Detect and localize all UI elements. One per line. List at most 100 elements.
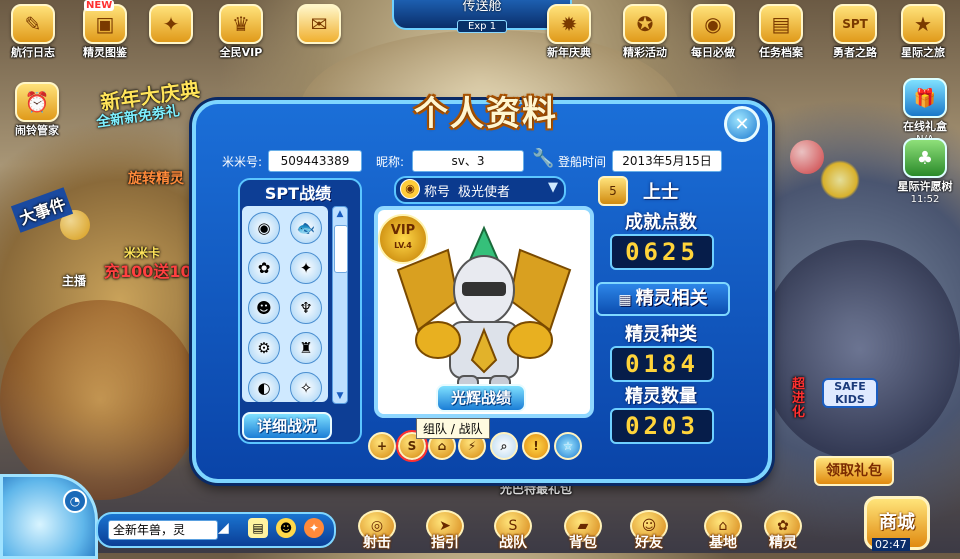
scene-machine-right <box>760 240 960 460</box>
pet-types-label: 精灵种类 <box>625 324 697 345</box>
alarm-icon: ⏰ <box>15 82 59 122</box>
wrench-icon[interactable]: 🔧 <box>532 148 554 169</box>
online-gift-button[interactable]: 🎁 在线礼盒 N/A <box>896 78 954 145</box>
pet-section-header: ▦ 精灵相关 <box>596 282 730 316</box>
online-gift-label: 在线礼盒 <box>903 120 947 133</box>
online-gift-icon: 🎁 <box>903 78 947 118</box>
alarm-manager-button[interactable]: ⏰ 闹铃管家 <box>8 82 66 142</box>
bottom-button-friends[interactable]: ☺ 好友 <box>622 510 676 551</box>
report-icon[interactable]: ! <box>522 432 550 460</box>
close-button[interactable]: ✕ <box>724 106 760 142</box>
rank-icon[interactable]: ☆ <box>554 432 582 460</box>
top-button-dragon-emblem[interactable]: ✦ <box>142 4 200 64</box>
top-button-label: 新年庆典 <box>547 46 591 59</box>
bottom-button-base[interactable]: ⌂ 基地 <box>696 510 750 551</box>
bottom-button-guide[interactable]: ➤ 指引 <box>418 510 472 551</box>
bottom-button-team-s[interactable]: S 战队 <box>486 510 540 551</box>
spt-boss-icon[interactable]: ⚙ <box>248 332 280 364</box>
glory-record-button[interactable]: 光辉战绩 <box>436 384 526 412</box>
spt-boss-icon[interactable]: ◐ <box>248 372 280 402</box>
super-evolve-tag[interactable]: 超进化 <box>792 378 806 420</box>
radar-minimap[interactable]: ◔ <box>0 474 98 559</box>
spt-boss-icon[interactable]: ✿ <box>248 252 280 284</box>
spt-boss-icon[interactable]: ✧ <box>290 372 322 402</box>
top-button-label: 每日必做 <box>691 46 735 59</box>
claim-gift-button[interactable]: 领取礼包 <box>814 456 894 486</box>
task-file-icon: ▤ <box>759 4 803 44</box>
top-button-label: 勇者之路 <box>833 46 877 59</box>
top-button-label: 全民VIP <box>219 46 263 59</box>
top-button-daily[interactable]: ◉ 每日必做 <box>684 4 742 64</box>
wish-tree-button[interactable]: ♣ 星际许愿树 11:52 <box>896 138 954 205</box>
spt-boss-icon[interactable]: ✦ <box>290 252 322 284</box>
bottom-button-bag[interactable]: ▰ 背包 <box>556 510 610 551</box>
top-button-logbook[interactable]: ✎ 航行日志 <box>4 4 62 64</box>
host-label: 主播 <box>62 274 87 288</box>
scene-balloon <box>790 140 824 174</box>
bottom-button-label: 战队 <box>499 535 527 551</box>
top-button-label: 任务档案 <box>759 46 803 59</box>
spt-title: SPT战绩 <box>264 184 332 203</box>
wish-tree-label: 星际许愿树 <box>897 180 953 193</box>
search-icon[interactable]: ⌕ <box>490 432 518 460</box>
mimi-id-field: 509443389 <box>268 150 362 172</box>
top-button-pokedex[interactable]: ▣ NEW 精灵图鉴 <box>76 0 134 64</box>
achievement-counter: 0625 <box>610 234 714 270</box>
mimi-id-label: 米米号: <box>222 155 263 169</box>
title-value: 极光使者 <box>458 185 511 200</box>
spt-boss-icon[interactable]: ♜ <box>290 332 322 364</box>
scrollbar-thumb[interactable] <box>334 225 348 273</box>
dialog-title: 个人资料 <box>414 94 558 134</box>
top-button-events[interactable]: ✪ 精彩活动 <box>616 4 674 64</box>
spt-grid: ◉ 🐟 ✿ ✦ ☻ ♆ ⚙ ♜ ◐ ✧ <box>242 206 328 402</box>
pet-count-counter: 0203 <box>610 408 714 444</box>
scroll-down-icon[interactable]: ▼ <box>333 389 347 403</box>
boarding-date-label: 登船时间 <box>558 155 607 169</box>
chat-log-icon[interactable]: ▤ <box>248 518 268 538</box>
top-button-mail[interactable]: ✉ <box>290 4 348 64</box>
recharge-promo[interactable]: 充100送10 <box>104 258 192 282</box>
scene-rock-left <box>0 300 200 500</box>
pet-types-counter: 0184 <box>610 346 714 382</box>
new-year-icon: ✹ <box>547 4 591 44</box>
exp-indicator: Exp 1 <box>456 20 508 33</box>
top-button-new-year[interactable]: ✹ 新年庆典 <box>540 4 598 64</box>
stats-panel: 5 上士 成就点数 0625 ▦ 精灵相关 精灵种类 0184 精灵数量 0203 <box>596 176 730 444</box>
spt-boss-icon[interactable]: 🐟 <box>290 212 322 244</box>
daily-icon: ◉ <box>691 4 735 44</box>
bottom-button-shoot[interactable]: ◎ 射击 <box>350 510 404 551</box>
spt-boss-icon[interactable]: ♆ <box>290 292 322 324</box>
detailed-battle-button[interactable]: 详细战况 <box>242 412 332 440</box>
spt-scrollbar[interactable]: ▲ ▼ <box>332 206 348 404</box>
alarm-manager-label: 闹铃管家 <box>15 124 59 137</box>
top-button-spt-hero[interactable]: SPT 勇者之路 <box>826 4 884 64</box>
top-button-star-travel[interactable]: ★ 星际之旅 <box>894 4 952 64</box>
emoji-icon[interactable]: ☻ <box>276 518 296 538</box>
chat-input[interactable]: 全新年兽，灵 <box>108 520 218 540</box>
send-icon[interactable]: ◢ <box>218 520 229 536</box>
top-button-label: 精灵图鉴 <box>83 46 127 59</box>
top-button-label: 精彩活动 <box>623 46 667 59</box>
action-icon[interactable]: ✦ <box>304 518 324 538</box>
scroll-up-icon[interactable]: ▲ <box>333 207 347 221</box>
spt-hero-icon: SPT <box>833 4 877 44</box>
bottom-button-label: 精灵 <box>769 535 797 551</box>
title-selector[interactable]: ◉ 称号 极光使者 ▼ <box>394 176 566 204</box>
achievement-label: 成就点数 <box>625 212 697 233</box>
add-friend-icon[interactable]: + <box>368 432 396 460</box>
rank-title: 上士 <box>643 182 679 203</box>
scene-star <box>820 160 860 200</box>
top-button-task-file[interactable]: ▤ 任务档案 <box>752 4 810 64</box>
compass-icon[interactable]: ◔ <box>63 489 87 513</box>
vip-badge: VIP LV.4 <box>378 214 428 264</box>
spt-boss-icon[interactable]: ◉ <box>248 212 280 244</box>
mail-icon: ✉ <box>297 4 341 44</box>
bottom-button-label: 基地 <box>709 535 737 551</box>
chevron-down-icon[interactable]: ▼ <box>548 180 558 195</box>
vip-label: VIP <box>390 223 416 238</box>
events-icon: ✪ <box>623 4 667 44</box>
title-label: 称号 <box>424 185 451 200</box>
bottom-button-pet[interactable]: ✿ 精灵 <box>756 510 810 551</box>
top-button-vip-dragon[interactable]: ♛ 全民VIP <box>212 4 270 64</box>
spt-boss-icon[interactable]: ☻ <box>248 292 280 324</box>
